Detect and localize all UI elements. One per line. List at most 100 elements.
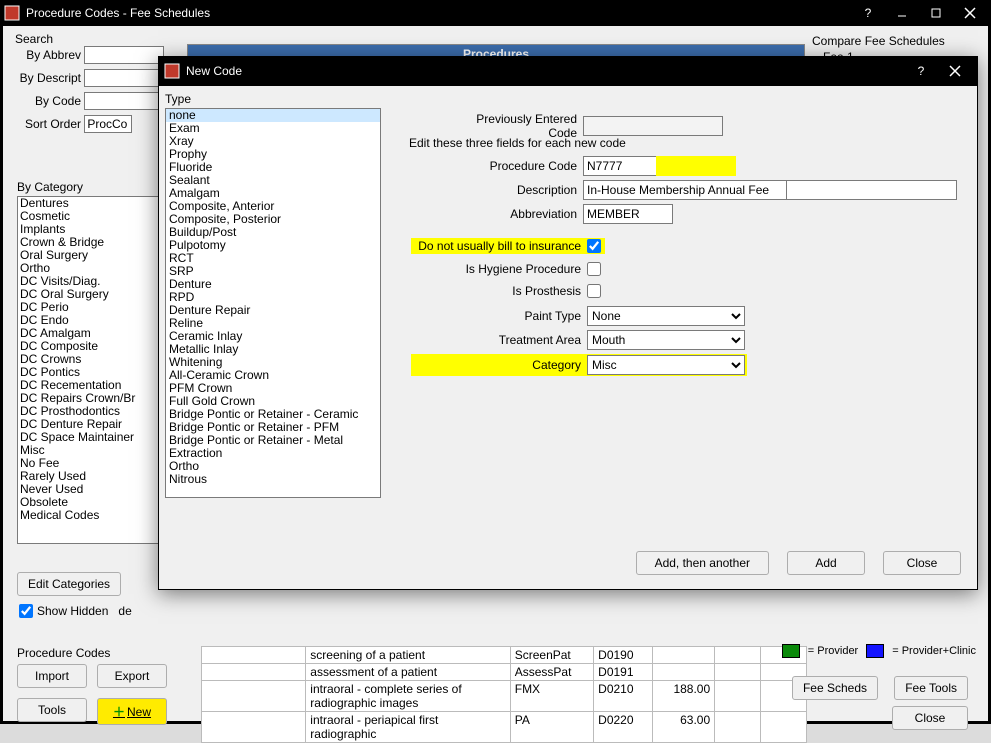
fee-scheds-button[interactable]: Fee Scheds bbox=[792, 676, 878, 700]
dialog-titlebar: New Code ? bbox=[158, 56, 978, 86]
type-label: Type bbox=[165, 92, 191, 106]
app-icon bbox=[164, 63, 180, 79]
list-item[interactable]: RCT bbox=[166, 252, 380, 265]
list-item[interactable]: Nitrous bbox=[166, 473, 380, 486]
edit-hint: Edit these three fields for each new cod… bbox=[409, 136, 969, 150]
procedure-code-input[interactable] bbox=[583, 156, 657, 176]
by-descript-label: By Descript bbox=[15, 71, 81, 85]
list-item[interactable]: Denture bbox=[166, 278, 380, 291]
cell: AssessPat bbox=[510, 664, 593, 681]
treat-area-label: Treatment Area bbox=[411, 333, 581, 347]
list-item[interactable]: Exam bbox=[166, 122, 380, 135]
table-row[interactable]: intraoral - complete series of radiograp… bbox=[202, 681, 807, 712]
plus-icon: ＋ bbox=[113, 703, 125, 720]
show-hidden-checkbox[interactable] bbox=[19, 604, 33, 618]
cell bbox=[202, 664, 306, 681]
compare-fee-label: Compare Fee Schedules bbox=[812, 34, 962, 48]
description-input[interactable] bbox=[583, 180, 787, 200]
help-icon[interactable]: ? bbox=[851, 2, 885, 24]
cell bbox=[715, 681, 761, 712]
cell: D0210 bbox=[594, 681, 652, 712]
show-hidden-label: Show Hidden bbox=[37, 604, 108, 618]
cell bbox=[715, 712, 761, 743]
dialog-help-icon[interactable]: ? bbox=[904, 59, 938, 83]
cell bbox=[761, 712, 807, 743]
category-label: Category bbox=[413, 358, 581, 372]
cell: 188.00 bbox=[652, 681, 715, 712]
new-button[interactable]: ＋New bbox=[97, 698, 167, 725]
add-button[interactable]: Add bbox=[787, 551, 865, 575]
by-category-label: By Category bbox=[17, 180, 83, 194]
sort-order-label: Sort Order bbox=[15, 117, 81, 131]
table-row[interactable]: intraoral - periapical first radiographi… bbox=[202, 712, 807, 743]
main-titlebar: Procedure Codes - Fee Schedules ? bbox=[0, 0, 991, 26]
minimize-icon[interactable] bbox=[885, 2, 919, 24]
cell: assessment of a patient bbox=[306, 664, 510, 681]
abbrev-label: Abbreviation bbox=[447, 207, 577, 221]
provider-legend: = Provider bbox=[808, 645, 858, 657]
cell: PA bbox=[510, 712, 593, 743]
app-icon bbox=[4, 5, 20, 21]
description-label: Description bbox=[447, 183, 577, 197]
cell: ScreenPat bbox=[510, 647, 593, 664]
cell: D0190 bbox=[594, 647, 652, 664]
dialog-close-icon[interactable] bbox=[938, 59, 972, 83]
new-code-dialog: New Code ? Type noneExamXrayProphyFluori… bbox=[158, 56, 978, 590]
treat-area-select[interactable]: Mouth bbox=[587, 330, 745, 350]
description-input-ext[interactable] bbox=[787, 180, 957, 200]
code-search-input[interactable] bbox=[84, 92, 164, 110]
abbrev-search-input[interactable] bbox=[84, 46, 164, 64]
cell: intraoral - periapical first radiographi… bbox=[306, 712, 510, 743]
cell bbox=[715, 647, 761, 664]
cell bbox=[202, 647, 306, 664]
category-select[interactable]: Misc bbox=[587, 355, 745, 375]
cell: 63.00 bbox=[652, 712, 715, 743]
tools-button[interactable]: Tools bbox=[17, 698, 87, 722]
no-bill-label: Do not usually bill to insurance bbox=[415, 239, 581, 253]
type-list[interactable]: noneExamXrayProphyFluorideSealantAmalgam… bbox=[165, 108, 381, 498]
close-button[interactable]: Close bbox=[892, 706, 968, 730]
table-row[interactable]: assessment of a patientAssessPatD0191 bbox=[202, 664, 807, 681]
add-then-another-button[interactable]: Add, then another bbox=[636, 551, 769, 575]
cell bbox=[202, 681, 306, 712]
new-button-label: New bbox=[127, 705, 151, 719]
maximize-icon[interactable] bbox=[919, 2, 953, 24]
edit-categories-button[interactable]: Edit Categories bbox=[17, 572, 121, 596]
fee-tools-button[interactable]: Fee Tools bbox=[894, 676, 968, 700]
provider-clinic-legend: = Provider+Clinic bbox=[892, 645, 976, 657]
search-label: Search bbox=[15, 32, 183, 46]
no-bill-checkbox[interactable] bbox=[587, 239, 601, 253]
cell bbox=[715, 664, 761, 681]
paint-type-select[interactable]: None bbox=[587, 306, 745, 326]
cell: intraoral - complete series of radiograp… bbox=[306, 681, 510, 712]
abbreviation-input[interactable] bbox=[583, 204, 673, 224]
list-item[interactable]: Pulpotomy bbox=[166, 239, 380, 252]
paint-type-label: Paint Type bbox=[411, 309, 581, 323]
prosthesis-checkbox[interactable] bbox=[587, 284, 601, 298]
provider-swatch bbox=[782, 644, 800, 658]
hygiene-checkbox[interactable] bbox=[587, 262, 601, 276]
import-button[interactable]: Import bbox=[17, 664, 87, 688]
descript-search-input[interactable] bbox=[84, 69, 164, 87]
dialog-close-button[interactable]: Close bbox=[883, 551, 961, 575]
prosthesis-label: Is Prosthesis bbox=[411, 284, 581, 298]
cell: D0220 bbox=[594, 712, 652, 743]
cell bbox=[652, 647, 715, 664]
cell: D0191 bbox=[594, 664, 652, 681]
table-row[interactable]: screening of a patientScreenPatD0190 bbox=[202, 647, 807, 664]
cell bbox=[202, 712, 306, 743]
sort-order-combo[interactable] bbox=[84, 115, 132, 133]
procedure-codes-label: Procedure Codes bbox=[17, 646, 110, 660]
cell: screening of a patient bbox=[306, 647, 510, 664]
export-button[interactable]: Export bbox=[97, 664, 167, 688]
by-code-label: By Code bbox=[15, 94, 81, 108]
proc-code-label: Procedure Code bbox=[447, 159, 577, 173]
close-icon[interactable] bbox=[953, 2, 987, 24]
hygiene-label: Is Hygiene Procedure bbox=[411, 262, 581, 276]
truncated-text: de bbox=[118, 604, 131, 618]
cell bbox=[652, 664, 715, 681]
procedure-rows[interactable]: screening of a patientScreenPatD0190asse… bbox=[201, 646, 807, 743]
dialog-title: New Code bbox=[186, 64, 904, 78]
provider-clinic-swatch bbox=[866, 644, 884, 658]
prev-code-field bbox=[583, 116, 723, 136]
